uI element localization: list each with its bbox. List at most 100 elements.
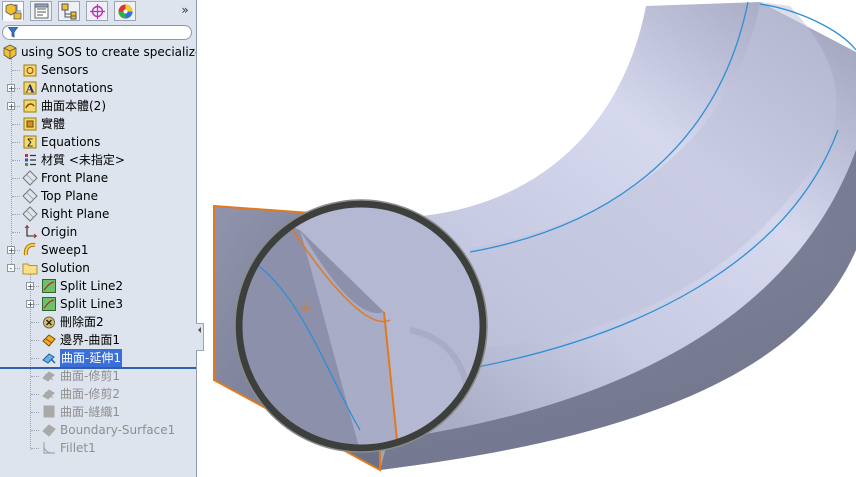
tree-item[interactable]: Sensors	[0, 61, 196, 79]
tree-branch-line	[12, 160, 20, 161]
tree-item[interactable]: Fillet1	[0, 439, 196, 457]
boundary-surface-icon	[42, 424, 56, 437]
tree-item-label: Fillet1	[60, 441, 96, 455]
boundary-surface-icon	[42, 334, 56, 347]
tree-item[interactable]: Front Plane	[0, 169, 196, 187]
tree-item-label: Right Plane	[41, 207, 110, 221]
graphics-viewport[interactable]	[204, 0, 856, 477]
tree-item[interactable]: + Split Line2	[0, 277, 196, 295]
tree-branch-line	[31, 322, 39, 323]
tree-item-label: 曲面-延伸1	[60, 349, 122, 367]
tree-item[interactable]: Σ Equations	[0, 133, 196, 151]
tab-property-manager[interactable]	[30, 1, 52, 21]
equations-icon: Σ	[23, 135, 37, 150]
origin-icon	[24, 224, 38, 239]
tree-item[interactable]: + 曲面本體(2)	[0, 97, 196, 115]
surface-bodies-icon	[23, 99, 37, 113]
plane-icon	[22, 206, 38, 222]
tree-item[interactable]: 實體	[0, 115, 196, 133]
tree-item[interactable]: Top Plane	[0, 187, 196, 205]
folder-icon	[22, 263, 38, 275]
tab-feature-tree[interactable]	[2, 1, 24, 21]
tree-branch-line	[31, 394, 39, 395]
tree-item[interactable]: using SOS to create specialize	[0, 43, 196, 61]
tree-item-label: Origin	[41, 225, 78, 239]
tree-item[interactable]: 材質 <未指定>	[0, 151, 196, 169]
tree-item-label: 曲面-修剪2	[60, 387, 120, 401]
svg-text:Σ: Σ	[27, 137, 34, 150]
tree-item[interactable]: + A Annotations	[0, 79, 196, 97]
tree-item-label: 實體	[41, 117, 66, 131]
delete-face-icon	[43, 316, 55, 329]
tree-item-label: Solution	[41, 261, 90, 275]
tree-item[interactable]: + Split Line3	[0, 295, 196, 313]
tree-branch-line	[12, 70, 20, 71]
panel-collapse-handle[interactable]	[196, 323, 204, 351]
knit-surface-icon	[43, 405, 55, 418]
tree-branch-line	[31, 448, 39, 449]
expand-icon[interactable]: +	[7, 246, 15, 255]
tree-item[interactable]: 邊界-曲面1	[0, 331, 196, 349]
more-tabs-button[interactable]: »	[178, 2, 192, 18]
tree-item-label: Split Line3	[60, 297, 124, 311]
tree-branch-line	[12, 178, 20, 179]
feature-tree-icon	[5, 3, 22, 20]
tab-dimxpert[interactable]	[86, 1, 108, 21]
plane-icon	[22, 188, 38, 204]
tree-item-label: 刪除面2	[60, 315, 104, 329]
tree-item-label: 邊界-曲面1	[60, 333, 120, 347]
tree-item-label: 曲面-縫織1	[60, 405, 120, 419]
tree-item[interactable]: 曲面-修剪2	[0, 385, 196, 403]
configuration-manager-icon	[61, 3, 77, 20]
dimxpert-icon	[90, 4, 105, 19]
sweep-icon	[23, 242, 36, 256]
tree-item-label: 曲面本體(2)	[41, 99, 106, 113]
panel-tabs	[0, 0, 196, 22]
tree-branch-line	[12, 196, 20, 197]
tree-item-label: Split Line2	[60, 279, 124, 293]
filter-icon	[8, 27, 18, 38]
tree-item[interactable]: Boundary-Surface1	[0, 421, 196, 439]
tree-item[interactable]: 刪除面2	[0, 313, 196, 331]
tree-item[interactable]: Right Plane	[0, 205, 196, 223]
tab-appearance[interactable]	[114, 1, 136, 21]
tree-branch-line	[31, 430, 39, 431]
expand-icon[interactable]: +	[26, 282, 34, 291]
feature-manager-panel: » using SOS to create specialize Sensors +…	[0, 0, 197, 477]
solid-bodies-icon	[23, 117, 37, 131]
filter-input[interactable]	[2, 25, 192, 40]
expand-icon[interactable]: +	[7, 102, 15, 111]
annotations-icon: A	[23, 81, 37, 96]
appearance-icon	[118, 4, 133, 19]
expand-icon[interactable]: +	[26, 300, 34, 309]
part-icon	[3, 44, 17, 60]
tree-item[interactable]: Origin	[0, 223, 196, 241]
material-icon	[25, 154, 36, 166]
tree-item-label: using SOS to create specialize	[21, 45, 197, 59]
tree-branch-line	[12, 232, 20, 233]
tree-item[interactable]: 曲面-修剪1	[0, 367, 196, 385]
tree-item[interactable]: + Sweep1	[0, 241, 196, 259]
tree-item[interactable]: 曲面-縫織1	[0, 403, 196, 421]
split-line-icon	[42, 279, 56, 293]
tree-branch-line	[31, 376, 39, 377]
plane-icon	[22, 170, 38, 186]
rollback-bar[interactable]	[0, 367, 196, 369]
tree-branch-line	[31, 358, 39, 359]
tab-configuration-manager[interactable]	[58, 1, 80, 21]
sensors-icon	[23, 64, 37, 77]
split-line-icon	[42, 297, 56, 311]
tree-branch-line	[12, 124, 20, 125]
fillet-icon	[43, 442, 55, 454]
expand-icon[interactable]: +	[7, 84, 15, 93]
property-manager-icon	[34, 3, 49, 19]
svg-text:A: A	[25, 83, 35, 96]
tree-item-label: Equations	[41, 135, 101, 149]
tree-item-label: 曲面-修剪1	[60, 369, 120, 383]
tree-item[interactable]: 曲面-延伸1	[0, 349, 196, 367]
tree-branch-line	[12, 142, 20, 143]
collapse-icon[interactable]: -	[7, 264, 15, 273]
extend-surface-icon	[42, 353, 56, 364]
tree-item[interactable]: - Solution	[0, 259, 196, 277]
tree-branch-line	[31, 340, 39, 341]
